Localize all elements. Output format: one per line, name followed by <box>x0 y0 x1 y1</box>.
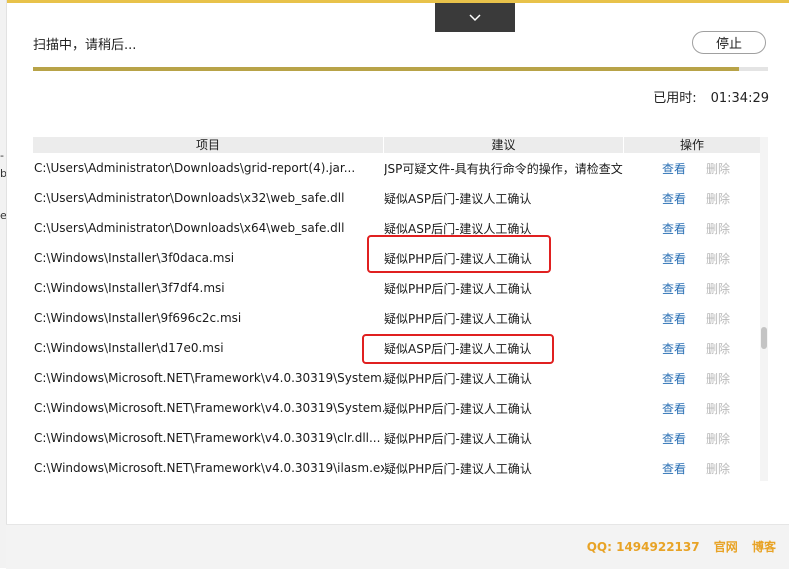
delete-button[interactable]: 删除 <box>706 280 730 297</box>
actions-cell: 查看 删除 <box>642 220 760 237</box>
table-header: 项目 建议 操作 <box>33 137 760 153</box>
left-edge-char: b <box>0 167 6 180</box>
stop-button[interactable]: 停止 <box>692 31 766 54</box>
table-row[interactable]: C:\Windows\Microsoft.NET\Framework\v4.0.… <box>33 363 760 393</box>
view-button[interactable]: 查看 <box>662 400 686 417</box>
scan-progress-fill <box>33 67 740 71</box>
left-edge-char: e <box>0 209 6 222</box>
file-path-cell: C:\Windows\Microsoft.NET\Framework\v4.0.… <box>34 401 384 415</box>
delete-button[interactable]: 删除 <box>706 400 730 417</box>
scan-status-text: 扫描中，请稍后... <box>33 38 137 53</box>
delete-button[interactable]: 删除 <box>706 220 730 237</box>
actions-cell: 查看 删除 <box>642 190 760 207</box>
delete-button[interactable]: 删除 <box>706 370 730 387</box>
column-header-actions[interactable]: 操作 <box>624 137 760 153</box>
file-path-cell: C:\Users\Administrator\Downloads\x32\web… <box>34 191 345 205</box>
table-row[interactable]: C:\Users\Administrator\Downloads\x32\web… <box>33 183 760 213</box>
table-row[interactable]: C:\Windows\Microsoft.NET\Framework\v4.0.… <box>33 423 760 453</box>
view-button[interactable]: 查看 <box>662 220 686 237</box>
view-button[interactable]: 查看 <box>662 310 686 327</box>
file-path-cell: C:\Windows\Microsoft.NET\Framework\v4.0.… <box>34 371 384 385</box>
suggestion-cell: 疑似PHP后门-建议人工确认 <box>384 371 532 386</box>
elapsed-time: 已用时: 01:34:29 <box>653 87 769 106</box>
red-highlight-box <box>362 334 554 364</box>
left-edge-char: - <box>0 150 4 162</box>
view-button[interactable]: 查看 <box>662 160 686 177</box>
suggestion-cell: 疑似ASP后门-建议人工确认 <box>384 221 532 236</box>
actions-cell: 查看 删除 <box>642 280 760 297</box>
elapsed-value: 01:34:29 <box>710 91 769 106</box>
actions-cell: 查看 删除 <box>642 160 760 177</box>
collapse-toggle[interactable] <box>435 3 515 32</box>
file-path-cell: C:\Windows\Installer\9f696c2c.msi <box>34 311 242 325</box>
table-body: C:\Users\Administrator\Downloads\grid-re… <box>33 153 760 483</box>
delete-button[interactable]: 删除 <box>706 340 730 357</box>
results-table: 项目 建议 操作 C:\Users\Administrator\Download… <box>33 137 769 492</box>
actions-cell: 查看 删除 <box>642 370 760 387</box>
elapsed-label: 已用时: <box>653 91 697 106</box>
actions-cell: 查看 删除 <box>642 460 760 477</box>
suggestion-cell: 疑似PHP后门-建议人工确认 <box>384 431 532 446</box>
actions-cell: 查看 删除 <box>642 310 760 327</box>
file-path-cell: C:\Windows\Installer\d17e0.msi <box>34 341 224 355</box>
table-row[interactable]: C:\Windows\Microsoft.NET\Framework\v4.0.… <box>33 453 760 483</box>
suggestion-cell: 疑似PHP后门-建议人工确认 <box>384 281 532 296</box>
left-edge-text: - b e <box>0 150 6 222</box>
footer-links: QQ: 1494922137 官网 博客 <box>587 538 776 555</box>
delete-button[interactable]: 删除 <box>706 190 730 207</box>
file-path-cell: C:\Windows\Microsoft.NET\Framework\v4.0.… <box>34 431 381 445</box>
suggestion-cell: 疑似PHP后门-建议人工确认 <box>384 311 532 326</box>
view-button[interactable]: 查看 <box>662 250 686 267</box>
qq-contact: QQ: 1494922137 <box>586 540 700 554</box>
file-path-cell: C:\Users\Administrator\Downloads\x64\web… <box>34 221 345 235</box>
delete-button[interactable]: 删除 <box>706 430 730 447</box>
scrollbar-thumb[interactable] <box>761 327 767 349</box>
table-row[interactable]: C:\Windows\Installer\3f7df4.msi 疑似PHP后门-建… <box>33 273 760 303</box>
file-path-cell: C:\Windows\Installer\3f0daca.msi <box>34 251 235 265</box>
suggestion-cell: 疑似PHP后门-建议人工确认 <box>384 401 532 416</box>
actions-cell: 查看 删除 <box>642 430 760 447</box>
file-path-cell: C:\Windows\Microsoft.NET\Framework\v4.0.… <box>34 461 384 475</box>
actions-cell: 查看 删除 <box>642 400 760 417</box>
view-button[interactable]: 查看 <box>662 430 686 447</box>
actions-cell: 查看 删除 <box>642 250 760 267</box>
view-button[interactable]: 查看 <box>662 370 686 387</box>
top-accent-bar <box>0 0 789 3</box>
suggestion-cell: JSP可疑文件-具有执行命令的操作，请检查文 <box>384 161 623 176</box>
view-button[interactable]: 查看 <box>662 340 686 357</box>
chevron-down-icon <box>469 14 481 22</box>
suggestion-cell: 疑似PHP后门-建议人工确认 <box>384 461 532 476</box>
delete-button[interactable]: 删除 <box>706 160 730 177</box>
table-row[interactable]: C:\Windows\Installer\9f696c2c.msi 疑似PHP后门… <box>33 303 760 333</box>
blog-link[interactable]: 博客 <box>752 540 776 554</box>
file-path-cell: C:\Users\Administrator\Downloads\grid-re… <box>34 161 356 175</box>
footer-bar: QQ: 1494922137 官网 博客 <box>6 524 789 569</box>
red-highlight-box <box>367 235 551 273</box>
file-path-cell: C:\Windows\Installer\3f7df4.msi <box>34 281 225 295</box>
official-site-link[interactable]: 官网 <box>714 540 738 554</box>
view-button[interactable]: 查看 <box>662 280 686 297</box>
left-window-edge: - b e <box>0 0 7 568</box>
delete-button[interactable]: 删除 <box>706 310 730 327</box>
view-button[interactable]: 查看 <box>662 190 686 207</box>
actions-cell: 查看 删除 <box>642 340 760 357</box>
view-button[interactable]: 查看 <box>662 460 686 477</box>
delete-button[interactable]: 删除 <box>706 250 730 267</box>
table-scrollbar[interactable] <box>760 137 768 481</box>
column-header-suggestion[interactable]: 建议 <box>384 137 624 153</box>
delete-button[interactable]: 删除 <box>706 460 730 477</box>
table-row[interactable]: C:\Users\Administrator\Downloads\grid-re… <box>33 153 760 183</box>
scan-progress-bar <box>33 67 768 71</box>
suggestion-cell: 疑似ASP后门-建议人工确认 <box>384 191 532 206</box>
column-header-item[interactable]: 项目 <box>33 137 384 153</box>
table-row[interactable]: C:\Windows\Microsoft.NET\Framework\v4.0.… <box>33 393 760 423</box>
